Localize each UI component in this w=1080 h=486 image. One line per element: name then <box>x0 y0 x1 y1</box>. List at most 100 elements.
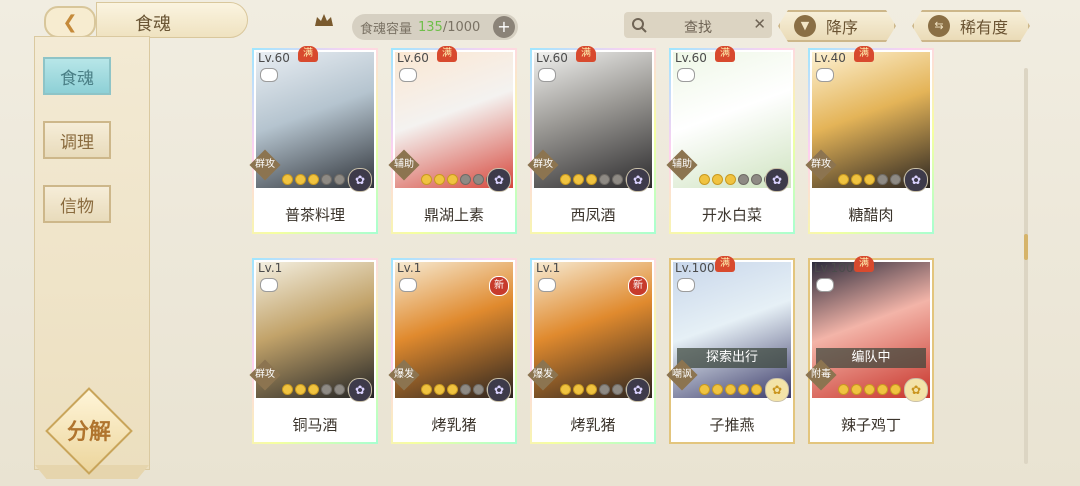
star-icon <box>334 384 345 395</box>
star-icon <box>560 384 571 395</box>
food-soul-card[interactable]: Lv.1 新爆发 ✿ 烤乳猪 <box>527 258 656 444</box>
star-icon <box>586 174 597 185</box>
star-icon <box>321 174 332 185</box>
capacity-max: /1000 <box>442 19 481 35</box>
back-arrow-icon: ❮ <box>62 11 78 33</box>
sidebar-item-prepare[interactable]: 调理 <box>43 121 111 159</box>
new-badge: 新 <box>628 276 648 296</box>
chat-bubble-icon <box>538 278 556 292</box>
level-label: Lv.60 <box>258 51 290 65</box>
star-icon <box>421 174 432 185</box>
star-icon <box>460 174 471 185</box>
clear-search-icon[interactable]: ✕ <box>753 15 766 33</box>
element-icon: ✿ <box>487 168 511 192</box>
food-soul-name: 普茶料理 <box>254 198 376 232</box>
star-icon <box>712 384 723 395</box>
food-soul-card[interactable]: Lv.60 满群攻 ✿ 普茶料理 <box>249 46 378 234</box>
scrollbar-thumb[interactable] <box>1024 234 1028 260</box>
star-rating <box>699 384 762 395</box>
sort-down-icon: ▼ <box>794 15 816 37</box>
sidebar-item-label: 食魂 <box>60 68 94 89</box>
sort-by-button[interactable]: ⇆ 稀有度 <box>912 10 1030 42</box>
star-rating <box>838 174 914 185</box>
element-icon: ✿ <box>765 168 789 192</box>
decompose-button[interactable]: 分解 <box>45 387 133 475</box>
food-soul-card[interactable]: Lv.40 满群攻 ✿ 糖醋肉 <box>805 46 934 234</box>
level-label: Lv.60 <box>397 51 429 65</box>
element-icon: ✿ <box>626 168 650 192</box>
element-icon: ✿ <box>348 168 372 192</box>
crown-icon[interactable] <box>313 12 335 28</box>
star-icon <box>751 384 762 395</box>
status-label: 编队中 <box>816 348 926 368</box>
food-soul-name: 辣子鸡丁 <box>810 408 932 442</box>
add-capacity-button[interactable]: + <box>493 16 515 38</box>
food-soul-name: 铜马酒 <box>254 408 376 442</box>
max-badge: 满 <box>854 46 874 62</box>
food-soul-card[interactable]: Lv.1 新爆发 ✿ 烤乳猪 <box>388 258 517 444</box>
food-soul-card[interactable]: Lv.60 满群攻 ✿ 西凤酒 <box>527 46 656 234</box>
sort-by-label: 稀有度 <box>960 18 1009 37</box>
sidebar-item-token[interactable]: 信物 <box>43 185 111 223</box>
search-placeholder: 查找 <box>684 20 712 36</box>
back-button[interactable]: ❮ <box>44 6 96 38</box>
sidebar-item-soul[interactable]: 食魂 <box>43 57 111 95</box>
capacity-display: 食魂容量 135 /1000 + <box>352 14 518 40</box>
star-rating <box>699 174 775 185</box>
star-icon <box>447 174 458 185</box>
star-icon <box>725 174 736 185</box>
star-icon <box>877 384 888 395</box>
star-icon <box>308 384 319 395</box>
star-icon <box>838 384 849 395</box>
star-icon <box>421 384 432 395</box>
food-soul-card[interactable]: Lv.100 满探索出行 嘲讽 ✿ 子推燕 <box>666 256 795 444</box>
star-icon <box>877 174 888 185</box>
food-soul-name: 开水白菜 <box>671 198 793 232</box>
star-icon <box>295 384 306 395</box>
page-title-tab: 食魂 <box>96 2 333 38</box>
page-title: 食魂 <box>135 14 171 35</box>
star-rating <box>421 384 497 395</box>
food-soul-card[interactable]: Lv.1 群攻 ✿ 铜马酒 <box>249 258 378 444</box>
star-icon <box>712 174 723 185</box>
new-badge: 新 <box>489 276 509 296</box>
star-rating <box>421 174 497 185</box>
element-icon: ✿ <box>626 378 650 402</box>
chat-bubble-icon <box>260 68 278 82</box>
food-soul-card[interactable]: Lv.60 满辅助 ✿ 开水白菜 <box>666 46 795 234</box>
star-icon <box>851 384 862 395</box>
level-label: Lv.100 <box>675 261 715 275</box>
star-icon <box>473 384 484 395</box>
element-icon: ✿ <box>487 378 511 402</box>
star-icon <box>308 174 319 185</box>
level-label: Lv.100 <box>814 261 854 275</box>
chat-bubble-icon <box>816 278 834 292</box>
star-icon <box>573 174 584 185</box>
element-icon: ✿ <box>348 378 372 402</box>
food-soul-name: 烤乳猪 <box>393 408 515 442</box>
star-icon <box>612 384 623 395</box>
star-icon <box>460 384 471 395</box>
star-icon <box>282 174 293 185</box>
sort-order-button[interactable]: ▼ 降序 <box>778 10 896 42</box>
food-soul-name: 糖醋肉 <box>810 198 932 232</box>
star-icon <box>838 174 849 185</box>
star-icon <box>890 384 901 395</box>
food-soul-card[interactable]: Lv.60 满辅助 ✿ 鼎湖上素 <box>388 46 517 234</box>
star-icon <box>699 174 710 185</box>
chat-bubble-icon <box>399 278 417 292</box>
chat-bubble-icon <box>677 278 695 292</box>
search-box[interactable]: 查找 ✕ <box>624 12 772 38</box>
star-icon <box>473 174 484 185</box>
food-soul-card[interactable]: Lv.100 满编队中 附毒 ✿ 辣子鸡丁 <box>805 256 934 444</box>
star-icon <box>599 384 610 395</box>
star-icon <box>699 384 710 395</box>
star-icon <box>890 174 901 185</box>
scrollbar-track[interactable] <box>1024 68 1028 464</box>
max-badge: 满 <box>298 46 318 62</box>
level-label: Lv.40 <box>814 51 846 65</box>
star-icon <box>434 174 445 185</box>
food-soul-name: 西凤酒 <box>532 198 654 232</box>
element-icon: ✿ <box>904 168 928 192</box>
star-rating <box>282 174 358 185</box>
